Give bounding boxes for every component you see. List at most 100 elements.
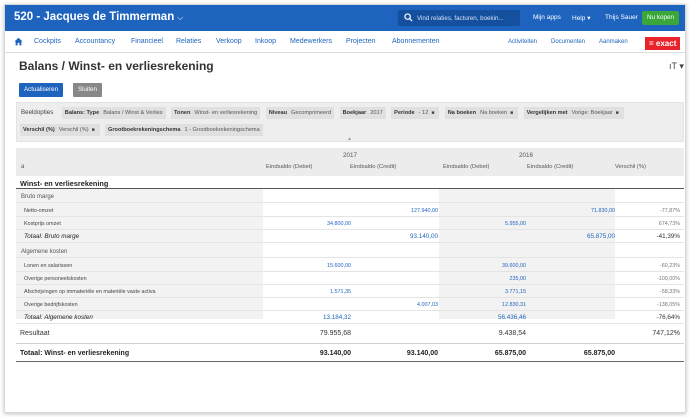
search-input[interactable] bbox=[417, 11, 517, 25]
cell-value: -77,87% bbox=[659, 208, 680, 214]
filter-value: Winst- en verliesrekening bbox=[194, 110, 258, 116]
filter-value: Vorige: Boekjaar bbox=[571, 110, 613, 116]
nav-item-medewerkers[interactable]: Medewerkers bbox=[290, 38, 332, 45]
filter-chip-fiscal-year[interactable]: Boekjaar 2017 bbox=[339, 107, 386, 119]
table-row[interactable]: Overige personeelskosten 235,00 -100,00% bbox=[16, 272, 684, 285]
column-header[interactable]: Eindsaldo (Debet) bbox=[266, 164, 312, 170]
home-icon[interactable] bbox=[14, 37, 23, 46]
cell-value[interactable]: 39.600,00 bbox=[502, 263, 526, 269]
table-row[interactable]: Overige bedrijfskosten 4.007,03 12.830,3… bbox=[16, 298, 684, 311]
filter-chip-period[interactable]: Periode - 12 ■ bbox=[391, 107, 440, 119]
filter-chip-balance-type[interactable]: Balans: Type Balans / Winst & Verlies bbox=[61, 107, 166, 119]
cell-value[interactable]: 235,00 bbox=[510, 276, 527, 282]
filter-key: Periode bbox=[394, 110, 415, 116]
filter-chip-level[interactable]: Niveau Gecomprimeerd bbox=[265, 107, 335, 119]
cell-value: 65.875,00 bbox=[583, 350, 615, 357]
help-menu[interactable]: Help ▾ bbox=[572, 14, 590, 22]
buy-now-button[interactable]: Nu kopen bbox=[642, 11, 679, 25]
nav-item-abonnementen[interactable]: Abonnementen bbox=[392, 38, 439, 45]
exact-logo: = exact bbox=[645, 37, 681, 50]
row-label: Afschrijvingen op immateriële en materië… bbox=[24, 289, 156, 295]
filter-chip-after-posting[interactable]: Na boeken Na boeken ■ bbox=[444, 107, 519, 119]
filter-chip-show[interactable]: Tonen Winst- en verliesrekening bbox=[171, 107, 261, 119]
cell-value: 93.140,00 bbox=[406, 350, 438, 357]
table-row[interactable]: Lonen en salarissen 15.600,00 39.600,00 … bbox=[16, 259, 684, 272]
cell-value: 79.955,68 bbox=[319, 330, 351, 337]
filter-value: Na boeken bbox=[480, 110, 508, 116]
cell-value[interactable]: 71.830,00 bbox=[591, 208, 615, 214]
sort-marker[interactable]: a bbox=[21, 164, 24, 170]
year-2016-header: 2016 bbox=[519, 152, 534, 159]
row-label: Overige bedrijfskosten bbox=[24, 302, 78, 308]
filter-value: Balans / Winst & Verlies bbox=[103, 110, 163, 116]
filter-chip-ledger-scheme[interactable]: Grootboekrekeningschema 1 - Grootboekreke… bbox=[105, 124, 263, 136]
column-header[interactable]: Eindsaldo (Debet) bbox=[443, 164, 489, 170]
top-bar: 520 - Jacques de Timmerman⌵ Mijn apps He… bbox=[5, 5, 685, 31]
refresh-button[interactable]: Actualiseren bbox=[19, 83, 64, 97]
group-label: Bruto marge bbox=[21, 194, 55, 200]
filter-key: Na boeken bbox=[447, 110, 477, 116]
help-label: Help bbox=[572, 15, 586, 22]
table-row[interactable]: Afschrijvingen op immateriële en materië… bbox=[16, 285, 684, 298]
filter-row-1: Beeldopties Balans: Type Balans / Winst &… bbox=[20, 107, 625, 120]
remove-filter-icon[interactable]: ■ bbox=[431, 111, 436, 116]
nav-aanmaken-link[interactable]: Aanmaken bbox=[599, 39, 628, 45]
main-nav: Cockpits Accountancy Financieel Relaties… bbox=[5, 31, 685, 53]
cell-value[interactable]: 127.940,00 bbox=[411, 208, 438, 214]
remove-filter-icon[interactable]: ■ bbox=[92, 128, 97, 133]
group-label: Algemene kosten bbox=[21, 249, 68, 255]
cell-value[interactable]: 15.600,00 bbox=[327, 263, 351, 269]
cell-value: -60,23% bbox=[659, 263, 680, 269]
my-apps-link[interactable]: Mijn apps bbox=[533, 14, 561, 21]
group-row: Bruto marge bbox=[16, 190, 684, 203]
company-selector[interactable]: 520 - Jacques de Timmerman ⌵ bbox=[14, 11, 183, 23]
filter-key: Vergelijken met bbox=[526, 110, 568, 116]
search-icon bbox=[404, 13, 413, 22]
cell-value[interactable]: 12.830,31 bbox=[502, 302, 526, 308]
row-label: Overige personeelskosten bbox=[24, 276, 87, 282]
nav-item-inkoop[interactable]: Inkoop bbox=[255, 38, 276, 45]
row-label: Resultaat bbox=[20, 330, 50, 337]
cell-value: 65.875,00 bbox=[586, 233, 615, 240]
cell-value[interactable]: 5.955,00 bbox=[505, 221, 526, 227]
global-search[interactable] bbox=[398, 10, 520, 26]
company-name: 520 - Jacques de Timmerman bbox=[14, 11, 175, 23]
nav-item-cockpits[interactable]: Cockpits bbox=[34, 38, 61, 45]
nav-item-financieel[interactable]: Financieel bbox=[131, 38, 163, 45]
subtotal-row: Totaal: Bruto marge 93.140,00 65.875,00 … bbox=[16, 230, 684, 243]
row-label: Totaal: Winst- en verliesrekening bbox=[20, 350, 130, 357]
cell-value[interactable]: 34.800,00 bbox=[327, 221, 351, 227]
filter-key: Balans: Type bbox=[64, 110, 100, 116]
table-row[interactable]: Kostprijs omzet 34.800,00 5.955,00 674,7… bbox=[16, 217, 684, 230]
remove-filter-icon[interactable]: ■ bbox=[616, 111, 621, 116]
cell-value: 674,73% bbox=[658, 221, 680, 227]
nav-item-relaties[interactable]: Relaties bbox=[176, 38, 201, 45]
nav-item-projecten[interactable]: Projecten bbox=[346, 38, 376, 45]
column-header[interactable]: Verschil (%) bbox=[615, 164, 646, 170]
font-size-icon[interactable]: ıT ▾ bbox=[669, 61, 684, 72]
filter-chip-compare-with[interactable]: Vergelijken met Vorige: Boekjaar ■ bbox=[523, 107, 624, 119]
cell-value: 93.140,00 bbox=[319, 350, 351, 357]
nav-item-accountancy[interactable]: Accountancy bbox=[75, 38, 115, 45]
cell-value: -138,05% bbox=[656, 302, 680, 308]
nav-activiteiten-link[interactable]: Activiteiten bbox=[508, 39, 537, 45]
chevron-down-icon: ⌵ bbox=[177, 13, 184, 22]
column-header[interactable]: Eindsaldo (Credit) bbox=[350, 164, 396, 170]
nav-documenten-link[interactable]: Documenten bbox=[551, 39, 585, 45]
filter-value: - 12 bbox=[418, 110, 429, 116]
app-window: 520 - Jacques de Timmerman⌵ Mijn apps He… bbox=[4, 4, 686, 413]
cell-value[interactable]: 1.571,35 bbox=[330, 289, 351, 295]
filter-chip-difference[interactable]: Verschil (%) Verschil (%) ■ bbox=[20, 124, 100, 136]
remove-filter-icon[interactable]: ■ bbox=[510, 111, 515, 116]
row-label: Kostprijs omzet bbox=[24, 221, 61, 227]
cell-value[interactable]: 3.771,15 bbox=[505, 289, 526, 295]
user-menu[interactable]: Thijs Sauer bbox=[605, 14, 638, 21]
collapse-icon[interactable]: ▲ bbox=[347, 136, 352, 142]
cell-value[interactable]: 4.007,03 bbox=[417, 302, 438, 308]
table-row[interactable]: Netto-omzet 127.940,00 71.830,00 -77,87% bbox=[16, 204, 684, 217]
cell-value: 56.436,46 bbox=[497, 314, 526, 321]
nav-item-verkoop[interactable]: Verkoop bbox=[216, 38, 242, 45]
column-header[interactable]: Eindsaldo (Credit) bbox=[527, 164, 573, 170]
close-button[interactable]: Sluiten bbox=[73, 83, 102, 97]
row-label: Lonen en salarissen bbox=[24, 263, 73, 269]
